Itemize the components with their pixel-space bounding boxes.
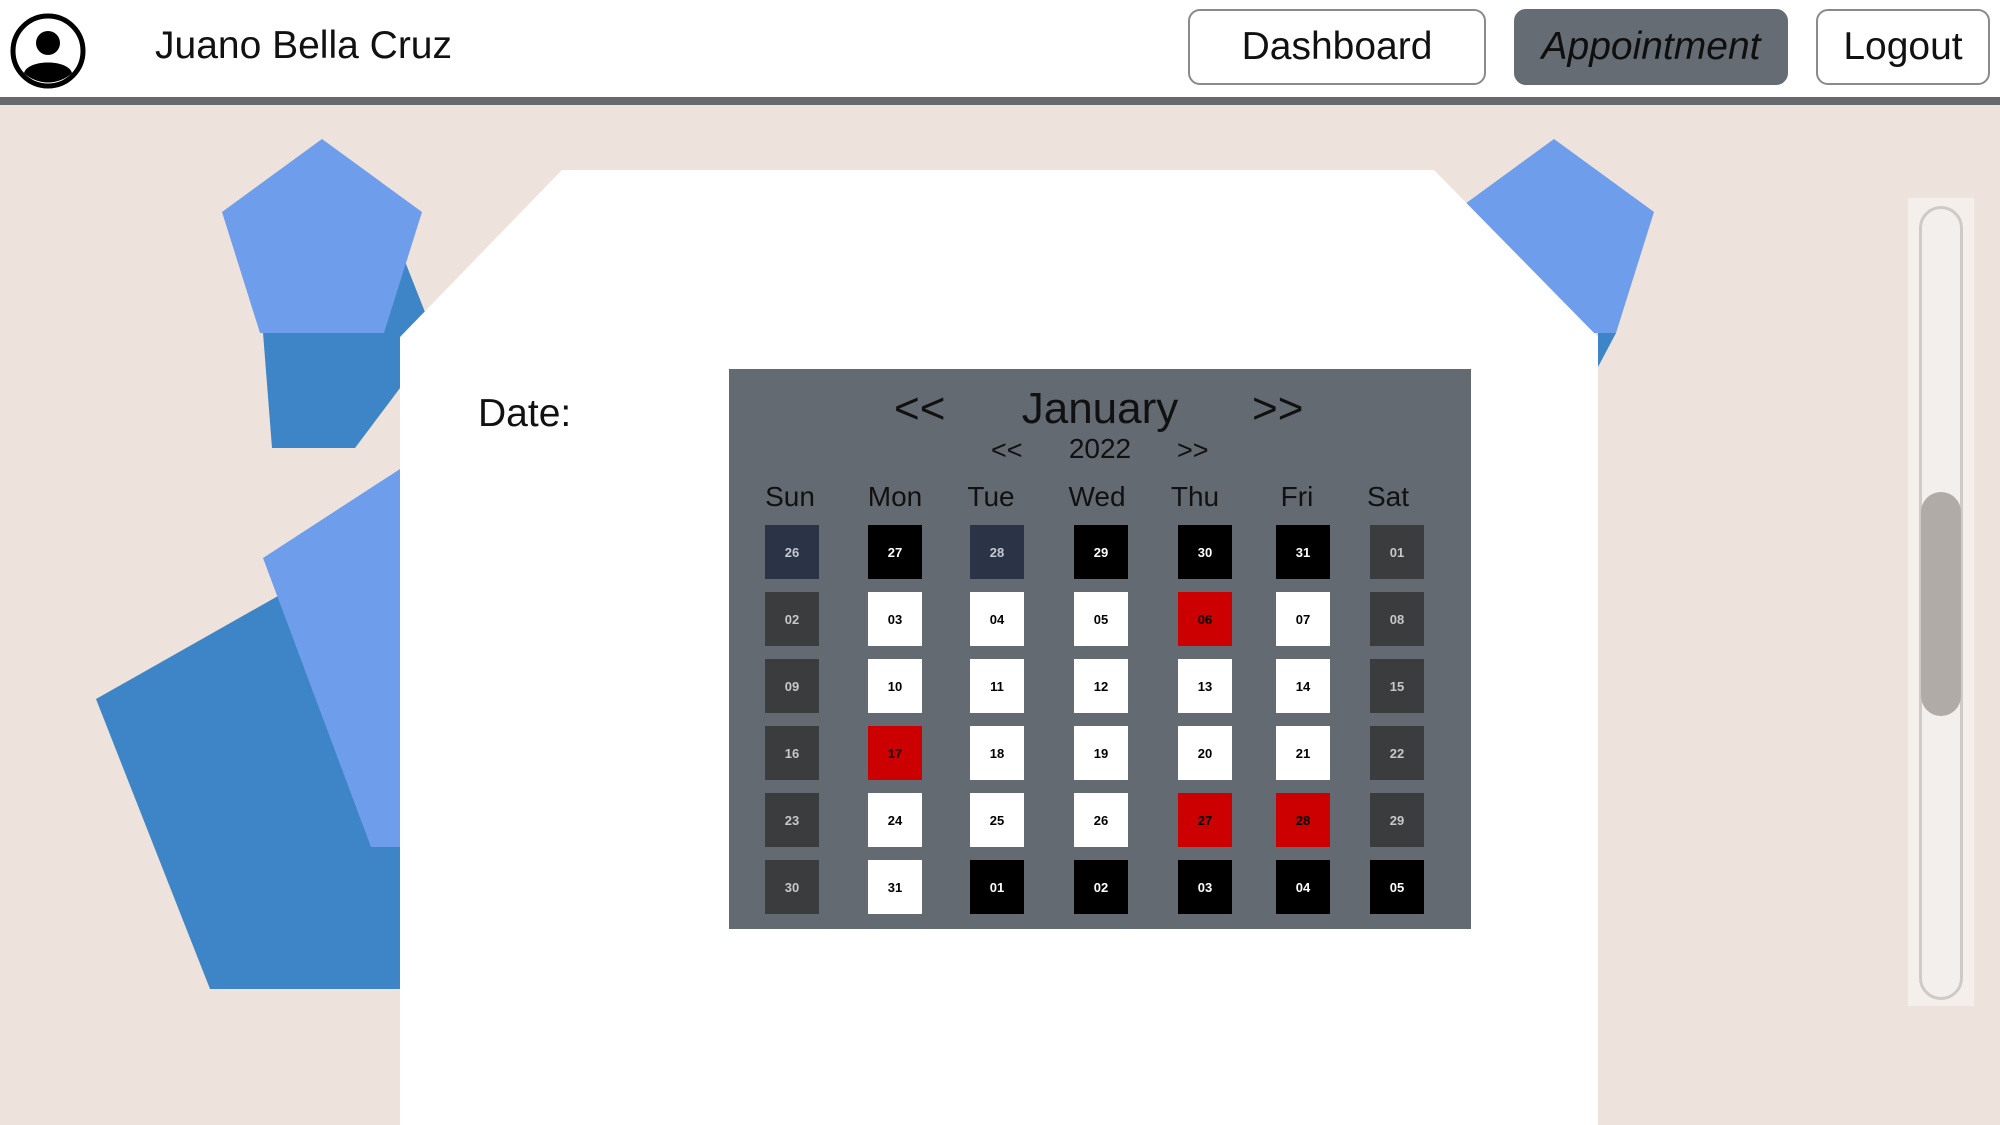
top-bar: Juano Bella Cruz Dashboard Appointment L… (0, 0, 2000, 100)
calendar-day[interactable]: 19 (1074, 726, 1128, 780)
scrollbar-thumb[interactable] (1921, 492, 1961, 716)
calendar-day[interactable]: 30 (1178, 525, 1232, 579)
calendar-day[interactable]: 10 (868, 659, 922, 713)
calendar-day[interactable]: 12 (1074, 659, 1128, 713)
calendar-day[interactable]: 30 (765, 860, 819, 914)
calendar-day[interactable]: 24 (868, 793, 922, 847)
calendar-day[interactable]: 29 (1074, 525, 1128, 579)
calendar-day[interactable]: 01 (970, 860, 1024, 914)
calendar-day[interactable]: 29 (1370, 793, 1424, 847)
calendar-day[interactable]: 25 (970, 793, 1024, 847)
calendar-day[interactable]: 05 (1074, 592, 1128, 646)
calendar-day[interactable]: 31 (868, 860, 922, 914)
prev-month-button[interactable]: << (894, 384, 945, 434)
date-label: Date: (478, 392, 572, 435)
calendar-day[interactable]: 27 (868, 525, 922, 579)
calendar-day[interactable]: 02 (1074, 860, 1128, 914)
calendar-day[interactable]: 01 (1370, 525, 1424, 579)
logout-button[interactable]: Logout (1816, 9, 1990, 85)
calendar-day[interactable]: 14 (1276, 659, 1330, 713)
calendar-day[interactable]: 03 (868, 592, 922, 646)
calendar-day[interactable]: 04 (1276, 860, 1330, 914)
calendar-day[interactable]: 15 (1370, 659, 1424, 713)
dashboard-button[interactable]: Dashboard (1188, 9, 1486, 85)
user-avatar-icon[interactable] (10, 13, 86, 89)
weekday-sat: Sat (1366, 481, 1410, 512)
pentagon-shadow-right (1598, 333, 1616, 367)
appointment-button[interactable]: Appointment (1514, 9, 1788, 85)
calendar-day[interactable]: 28 (970, 525, 1024, 579)
calendar-month: January (1021, 384, 1179, 433)
next-month-button[interactable]: >> (1252, 384, 1303, 434)
calendar-day[interactable]: 05 (1370, 860, 1424, 914)
prev-year-button[interactable]: << (991, 435, 1023, 466)
calendar-day[interactable]: 20 (1178, 726, 1232, 780)
header-divider (0, 97, 2000, 105)
calendar-day[interactable]: 28 (1276, 793, 1330, 847)
next-year-button[interactable]: >> (1177, 435, 1209, 466)
calendar-day[interactable]: 03 (1178, 860, 1232, 914)
calendar-day[interactable]: 27 (1178, 793, 1232, 847)
calendar-year: 2022 (1068, 433, 1132, 464)
calendar-day[interactable]: 26 (1074, 793, 1128, 847)
calendar-day[interactable]: 31 (1276, 525, 1330, 579)
user-name: Juano Bella Cruz (155, 24, 452, 67)
calendar-day[interactable]: 22 (1370, 726, 1424, 780)
calendar-day[interactable]: 09 (765, 659, 819, 713)
weekday-thu: Thu (1170, 481, 1220, 512)
calendar-day[interactable]: 08 (1370, 592, 1424, 646)
calendar-day[interactable]: 17 (868, 726, 922, 780)
calendar-day[interactable]: 18 (970, 726, 1024, 780)
weekday-sun: Sun (765, 481, 815, 512)
calendar-day[interactable]: 23 (765, 793, 819, 847)
weekday-wed: Wed (1068, 481, 1126, 512)
calendar-day[interactable]: 07 (1276, 592, 1330, 646)
weekday-tue: Tue (967, 481, 1015, 512)
weekday-fri: Fri (1280, 481, 1314, 512)
pentagon-left (222, 139, 422, 333)
calendar-day[interactable]: 11 (970, 659, 1024, 713)
calendar-day[interactable]: 26 (765, 525, 819, 579)
weekday-mon: Mon (867, 481, 923, 512)
date-picker-calendar: January << >> 2022 << >> Sun Mon Tue Wed… (729, 369, 1471, 929)
calendar-day[interactable]: 04 (970, 592, 1024, 646)
calendar-day[interactable]: 02 (765, 592, 819, 646)
calendar-day[interactable]: 06 (1178, 592, 1232, 646)
calendar-day[interactable]: 13 (1178, 659, 1232, 713)
calendar-day[interactable]: 21 (1276, 726, 1330, 780)
calendar-day[interactable]: 16 (765, 726, 819, 780)
